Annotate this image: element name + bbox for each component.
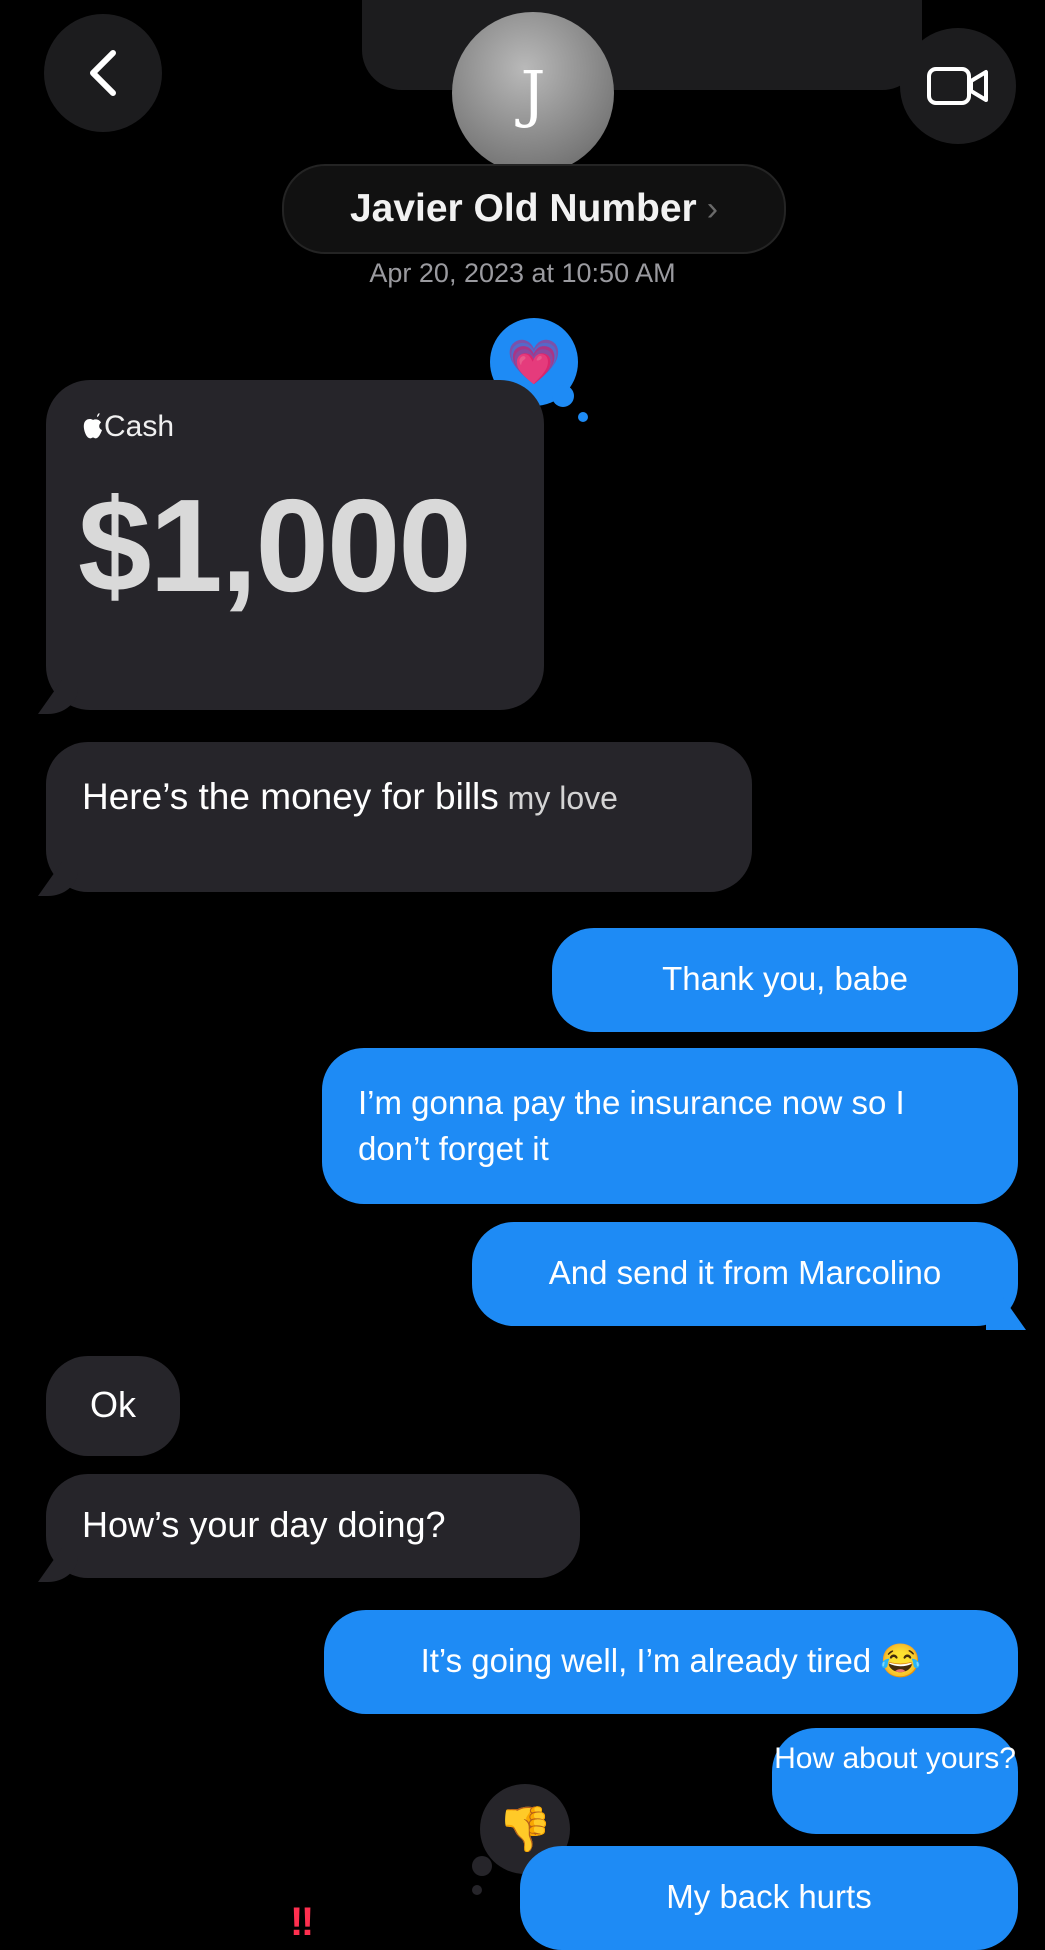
sent-message-bubble[interactable]: I’m gonna pay the insurance now so I don… [322,1048,1018,1204]
chevron-right-icon: › [706,189,719,228]
apple-cash-label: Cash [82,410,174,444]
contact-name-button[interactable]: Javier Old Number › [282,164,786,254]
sent-message-bubble[interactable]: How about yours? [772,1728,1018,1834]
reaction-tail-dot [472,1885,482,1895]
cash-amount: $1,000 [78,472,472,619]
message-text: Thank you, babe [662,960,908,997]
sent-message-bubble[interactable]: Thank you, babe [552,928,1018,1032]
reaction-tail-dot [552,385,574,407]
message-text: Ok [89,1384,136,1425]
chevron-left-icon [90,50,116,96]
sent-message-bubble[interactable]: My back hurts [520,1846,1018,1950]
back-button[interactable] [44,14,162,132]
header-bar [362,0,922,90]
apple-logo-icon [83,413,102,439]
avatar-initial: J [520,56,546,130]
message-timestamp: Apr 20, 2023 at 10:50 AM [369,258,676,288]
thumbs-down-icon: 👎 [497,1805,553,1854]
message-text: How about yours? [774,1742,1016,1775]
received-message-bubble[interactable]: Here’s the money for bills my love [46,742,752,892]
message-text: I’m gonna pay the insurance now so I don… [358,1084,905,1167]
message-text: How’s your day doing? [82,1504,446,1545]
video-call-button[interactable] [900,28,1016,144]
message-text: And send it from Marcolino [548,1254,942,1291]
message-text: Here’s the money for bills my love [82,776,618,817]
received-message-bubble[interactable]: Ok [46,1356,180,1456]
contact-name: Javier Old Number [349,187,697,230]
sent-message-bubble[interactable]: It’s going well, I’m already tired 😂 [324,1610,1018,1714]
contact-avatar[interactable]: J [452,12,614,174]
reaction-tail-dot [472,1856,492,1876]
heart-icon: 💗 [506,338,562,387]
exclamation-reaction-icon: ‼ [290,1900,315,1944]
reaction-tail-dot [578,412,588,422]
received-message-bubble[interactable]: How’s your day doing? [46,1474,580,1578]
apple-cash-card[interactable]: Cash $1,000 [46,380,544,710]
message-text: It’s going well, I’m already tired 😂 [420,1642,922,1679]
video-camera-icon [927,67,988,105]
sent-message-bubble[interactable]: And send it from Marcolino [472,1222,1018,1326]
message-text: My back hurts [666,1878,872,1915]
